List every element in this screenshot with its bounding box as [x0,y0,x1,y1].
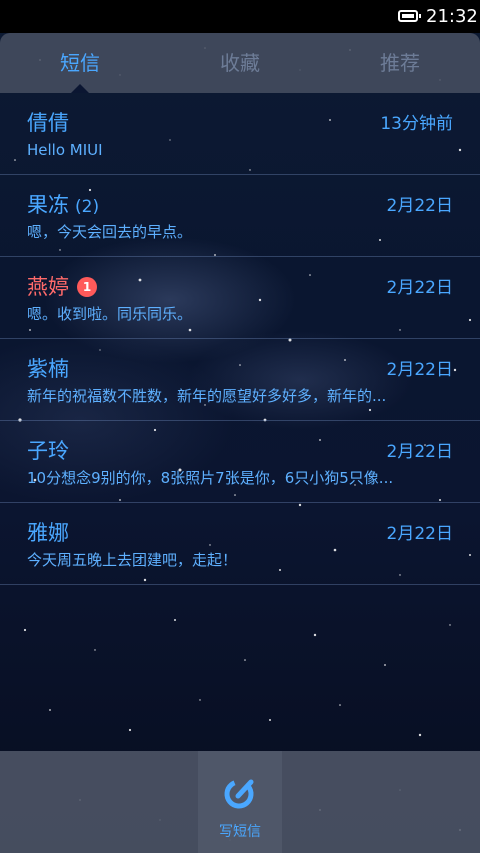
active-tab-indicator [71,84,89,93]
message-date: 2月22日 [386,196,453,216]
messaging-screen: 21:32 短信 收藏 推荐 倩倩 13分钟前 Hello MIUI 果冻 (2)… [0,0,480,853]
compose-icon [224,779,254,809]
message-thread-row[interactable]: 紫楠 2月22日 新年的祝福数不胜数，新年的愿望好多好多，新年的... [0,339,480,421]
status-bar: 21:32 [0,0,480,33]
message-preview: Hello MIUI [27,141,103,159]
message-preview: 10分想念9别的你，8张照片7张是你，6只小狗5只像... [27,469,394,487]
message-date: 2月22日 [386,278,453,298]
message-thread-row[interactable]: 雅娜 2月22日 今天周五晚上去团建吧，走起！ [0,503,480,585]
message-thread-row[interactable]: 燕婷 1 2月22日 嗯。收到啦。同乐同乐。 [0,257,480,339]
message-date: 2月22日 [386,360,453,380]
message-list: 倩倩 13分钟前 Hello MIUI 果冻 (2) 2月22日 嗯，今天会回去的… [0,93,480,585]
message-thread-row[interactable]: 果冻 (2) 2月22日 嗯，今天会回去的早点。 [0,175,480,257]
contact-name: 燕婷 1 [27,273,97,301]
message-thread-row[interactable]: 倩倩 13分钟前 Hello MIUI [0,93,480,175]
contact-name: 紫楠 [27,357,69,381]
message-preview: 新年的祝福数不胜数，新年的愿望好多好多，新年的... [27,387,387,405]
battery-icon [398,10,421,22]
message-thread-row[interactable]: 子玲 2月22日 10分想念9别的你，8张照片7张是你，6只小狗5只像... [0,421,480,503]
tab-favorites[interactable]: 收藏 [160,33,320,93]
contact-name: 果冻 (2) [27,193,100,217]
contact-name: 倩倩 [27,111,69,135]
unread-badge: 1 [77,277,97,297]
contact-name: 子玲 [27,439,69,463]
message-date: 13分钟前 [380,114,453,134]
compose-label: 写短信 [219,824,261,840]
compose-button[interactable]: 写短信 [198,751,282,853]
message-date: 2月22日 [386,442,453,462]
message-date: 2月22日 [386,524,453,544]
tab-recommended[interactable]: 推荐 [320,33,480,93]
bottom-bar: 写短信 [0,751,480,853]
contact-name: 雅娜 [27,521,69,545]
tab-bar: 短信 收藏 推荐 [0,33,480,93]
message-preview: 今天周五晚上去团建吧，走起！ [27,551,238,569]
message-preview: 嗯。收到啦。同乐同乐。 [27,305,193,323]
thread-count: (2) [75,197,100,217]
message-preview: 嗯，今天会回去的早点。 [27,223,193,241]
status-time: 21:32 [426,6,478,27]
